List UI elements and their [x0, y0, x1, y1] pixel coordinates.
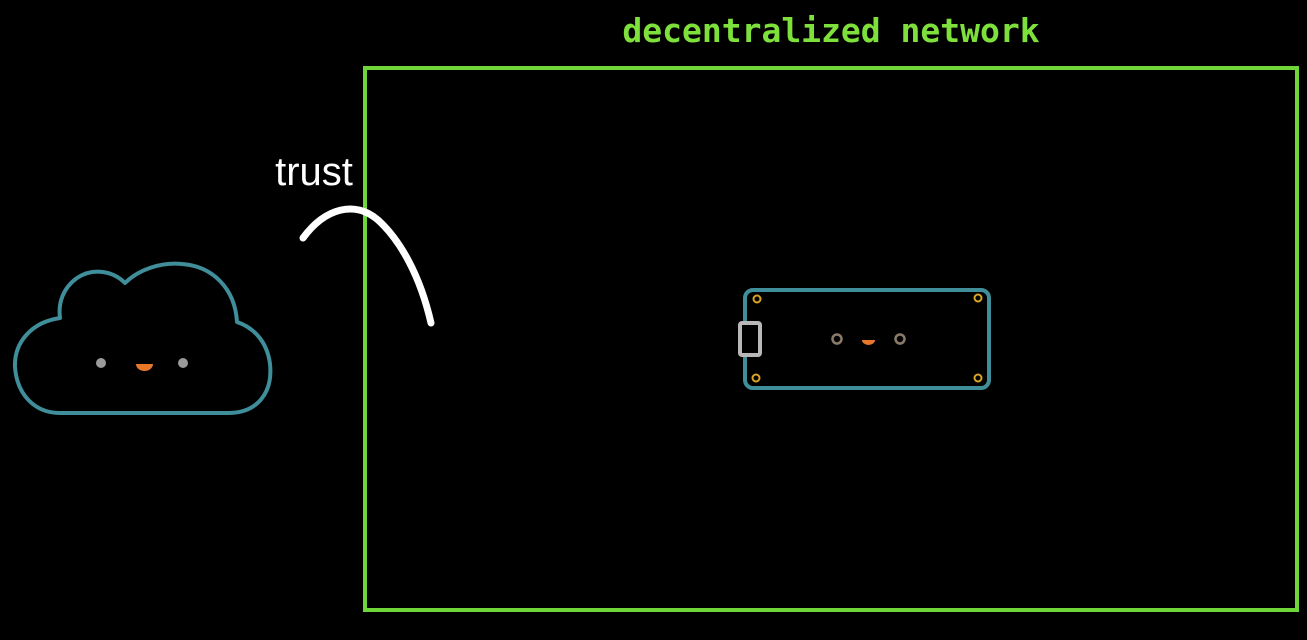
mounting-hole-bottom-right: [973, 373, 983, 383]
device-mouth: [862, 340, 875, 345]
microcontroller-board-icon: [738, 288, 991, 390]
cloud-icon: [12, 261, 273, 415]
device-left-eye: [831, 333, 843, 345]
trust-diagram: decentralized network trust: [12, 11, 1299, 612]
mounting-hole-top-left: [752, 294, 762, 304]
usb-connector-icon: [738, 321, 762, 357]
mounting-hole-bottom-left: [751, 373, 761, 383]
network-title: decentralized network: [622, 11, 1039, 50]
device-right-eye: [894, 333, 906, 345]
device-outline: [743, 288, 991, 390]
trust-label: trust: [275, 150, 353, 194]
cloud-outline: [12, 261, 273, 415]
cloud-mouth: [136, 364, 153, 372]
mounting-hole-top-right: [973, 293, 983, 303]
cloud-right-eye: [178, 358, 188, 368]
network-boundary: [363, 66, 1299, 612]
cloud-left-eye: [96, 358, 106, 368]
